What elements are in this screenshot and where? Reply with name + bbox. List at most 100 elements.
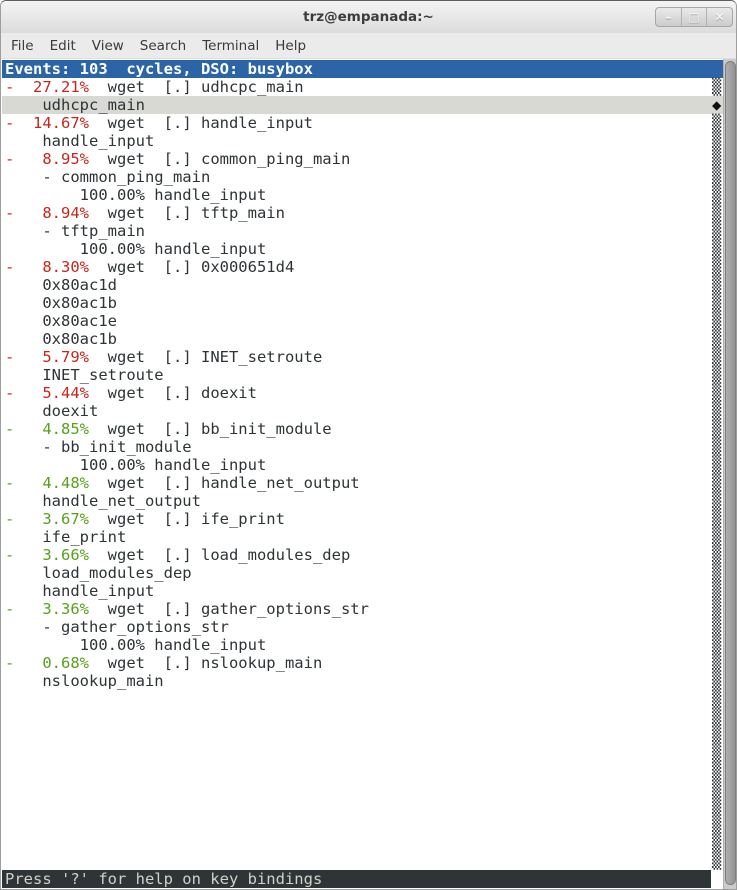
perf-row[interactable]: - 5.44% wget [.] doexit: [2, 384, 723, 402]
perf-row[interactable]: INET_setroute: [2, 366, 723, 384]
scrollbar[interactable]: [723, 59, 737, 890]
perf-row[interactable]: - 3.67% wget [.] ife_print: [2, 510, 723, 528]
terminal-window: trz@empanada:~ – □ ✕ File Edit View Sear…: [0, 0, 737, 890]
minimize-icon: –: [665, 10, 671, 24]
perf-row[interactable]: - 8.30% wget [.] 0x000651d4: [2, 258, 723, 276]
perf-row[interactable]: nslookup_main: [2, 672, 723, 690]
tui-scroll-track-icon: ▒: [712, 258, 721, 276]
tui-scroll-track-icon: ▒: [712, 348, 721, 366]
tui-scroll-track-icon: ▒: [712, 168, 721, 186]
tui-scroll-track-icon: ▒: [712, 456, 721, 474]
tui-scroll-track-icon: ▒: [712, 366, 721, 384]
perf-row[interactable]: 100.00% handle_input: [2, 186, 723, 204]
tui-scroll-track-icon: ▒: [712, 492, 721, 510]
terminal-screen[interactable]: Events: 103 cycles, DSO: busybox - 27.21…: [2, 59, 723, 890]
menu-view[interactable]: View: [92, 38, 124, 54]
perf-row[interactable]: - 3.36% wget [.] gather_options_str: [2, 600, 723, 618]
perf-events-header: Events: 103 cycles, DSO: busybox: [2, 60, 723, 78]
tui-scroll-track-icon: ▒: [712, 474, 721, 492]
status-bar: Press '?' for help on key bindings: [2, 870, 711, 888]
tui-scroll-track-icon: ▒: [712, 762, 721, 780]
perf-row[interactable]: doexit: [2, 402, 723, 420]
tui-scroll-track-icon: ▒: [712, 834, 721, 852]
perf-row-percent: - 8.30%: [5, 258, 89, 276]
tui-scroll-track-icon: ▒: [712, 150, 721, 168]
perf-row[interactable]: handle_input: [2, 132, 723, 150]
tui-scroll-track-icon: ▒: [712, 690, 721, 708]
menu-file[interactable]: File: [11, 38, 34, 54]
tui-scroll-track-icon: ▒: [712, 654, 721, 672]
perf-row[interactable]: 0x80ac1d: [2, 276, 723, 294]
perf-row[interactable]: 100.00% handle_input: [2, 240, 723, 258]
perf-row[interactable]: udhcpc_main: [2, 96, 723, 114]
menu-edit[interactable]: Edit: [50, 38, 76, 54]
perf-row[interactable]: ife_print: [2, 528, 723, 546]
perf-row[interactable]: - 27.21% wget [.] udhcpc_main: [2, 78, 723, 96]
perf-row[interactable]: 0x80ac1e: [2, 312, 723, 330]
tui-scroll-track-icon: ▒: [712, 582, 721, 600]
perf-row[interactable]: - tftp_main: [2, 222, 723, 240]
tui-scroll-track-icon: ▒: [712, 510, 721, 528]
close-icon: ✕: [715, 10, 725, 24]
perf-row[interactable]: - common_ping_main: [2, 168, 723, 186]
tui-scroll-thumb-icon: ◆: [712, 96, 721, 114]
perf-row[interactable]: - 8.94% wget [.] tftp_main: [2, 204, 723, 222]
tui-scroll-track-icon: ▒: [712, 402, 721, 420]
tui-scroll-track-icon: ▒: [712, 222, 721, 240]
minimize-button[interactable]: –: [656, 8, 682, 26]
tui-scroll-track-icon: ▒: [712, 186, 721, 204]
tui-scroll-track-icon: ▒: [712, 438, 721, 456]
perf-row-percent: - 27.21%: [5, 78, 89, 96]
tui-scroll-track-icon: ▒: [712, 384, 721, 402]
window-controls: – □ ✕: [655, 7, 733, 27]
tui-scroll-track-icon: ▒: [712, 420, 721, 438]
scrollbar-thumb[interactable]: [725, 61, 736, 885]
tui-scroll-track-icon: ▒: [712, 600, 721, 618]
tui-scroll-track-icon: ▒: [712, 780, 721, 798]
maximize-icon: □: [688, 10, 699, 24]
perf-row[interactable]: - 8.95% wget [.] common_ping_main: [2, 150, 723, 168]
window-title: trz@empanada:~: [1, 9, 736, 25]
perf-row[interactable]: - 5.79% wget [.] INET_setroute: [2, 348, 723, 366]
perf-row[interactable]: - 4.85% wget [.] bb_init_module: [2, 420, 723, 438]
tui-scroll-track-icon: ▒: [712, 636, 721, 654]
perf-row[interactable]: - 3.66% wget [.] load_modules_dep: [2, 546, 723, 564]
titlebar[interactable]: trz@empanada:~ – □ ✕: [1, 1, 736, 33]
tui-scroll-track-icon: ▒: [712, 852, 721, 870]
tui-scroll-track-icon: ▒: [712, 204, 721, 222]
tui-scroll-track-icon: ▒: [712, 294, 721, 312]
tui-scroll-track-icon: ▒: [712, 528, 721, 546]
tui-scroll-track-icon: ▒: [712, 114, 721, 132]
tui-scroll-track-icon: ▒: [712, 708, 721, 726]
maximize-button[interactable]: □: [682, 8, 708, 26]
tui-scroll-track-icon: ▒: [712, 564, 721, 582]
perf-row-percent: - 4.85%: [5, 420, 89, 438]
perf-row-percent: - 0.68%: [5, 654, 89, 672]
perf-row[interactable]: - 14.67% wget [.] handle_input: [2, 114, 723, 132]
perf-row[interactable]: load_modules_dep: [2, 564, 723, 582]
perf-row[interactable]: - gather_options_str: [2, 618, 723, 636]
close-button[interactable]: ✕: [707, 8, 732, 26]
perf-row-percent: - 3.36%: [5, 600, 89, 618]
tui-scroll-track-icon: ▒: [712, 618, 721, 636]
perf-row[interactable]: - 0.68% wget [.] nslookup_main: [2, 654, 723, 672]
perf-row[interactable]: 100.00% handle_input: [2, 636, 723, 654]
perf-row[interactable]: 0x80ac1b: [2, 330, 723, 348]
perf-row[interactable]: - 4.48% wget [.] handle_net_output: [2, 474, 723, 492]
perf-row[interactable]: 100.00% handle_input: [2, 456, 723, 474]
tui-scroll-track-icon: ▒: [712, 276, 721, 294]
perf-row[interactable]: 0x80ac1b: [2, 294, 723, 312]
tui-scroll-track-icon: ▒: [712, 546, 721, 564]
perf-row-percent: - 14.67%: [5, 114, 89, 132]
menu-terminal[interactable]: Terminal: [202, 38, 259, 54]
perf-row-percent: - 3.67%: [5, 510, 89, 528]
perf-row-percent: - 4.48%: [5, 474, 89, 492]
menu-search[interactable]: Search: [140, 38, 186, 54]
menu-help[interactable]: Help: [275, 38, 306, 54]
menubar: File Edit View Search Terminal Help: [1, 33, 736, 59]
perf-row[interactable]: handle_input: [2, 582, 723, 600]
perf-row[interactable]: - bb_init_module: [2, 438, 723, 456]
perf-row-percent: - 3.66%: [5, 546, 89, 564]
perf-row[interactable]: handle_net_output: [2, 492, 723, 510]
tui-scroll-track-icon: ▒: [712, 744, 721, 762]
